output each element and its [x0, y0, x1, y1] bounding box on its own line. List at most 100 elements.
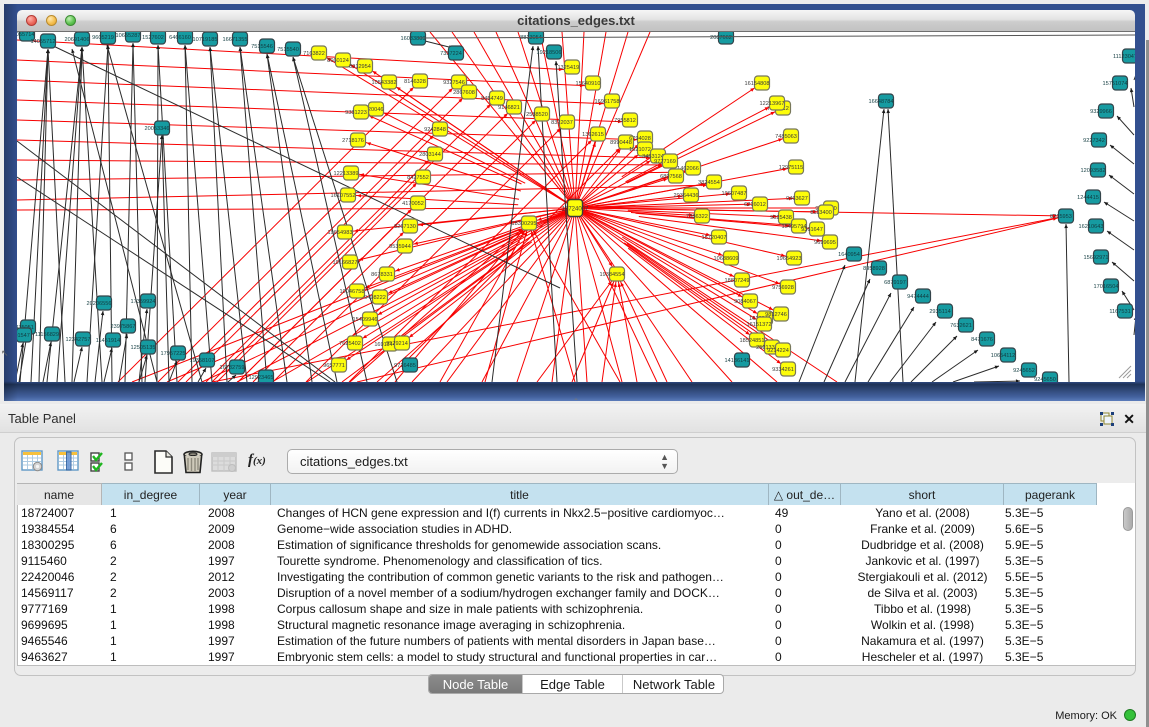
- svg-text:2803144: 2803144: [419, 152, 441, 158]
- svg-text:9579214: 9579214: [386, 341, 408, 347]
- svg-text:3824554: 3824554: [698, 180, 720, 186]
- svg-text:9025438: 9025438: [770, 215, 792, 221]
- svg-text:11451914: 11451914: [96, 338, 120, 344]
- svg-text:12975115: 12975115: [779, 165, 803, 171]
- svg-text:16671355: 16671355: [223, 37, 248, 43]
- svg-text:9327546: 9327546: [443, 80, 465, 86]
- svg-text:9756928: 9756928: [772, 285, 794, 291]
- svg-text:7625402: 7625402: [339, 341, 361, 347]
- svg-text:6216012: 6216012: [744, 202, 766, 208]
- svg-text:10719185: 10719185: [193, 37, 218, 43]
- svg-text:1167531: 1167531: [1109, 309, 1130, 315]
- svg-text:6466160: 6466160: [169, 35, 191, 41]
- svg-text:15692971: 15692971: [1084, 255, 1109, 261]
- svg-text:9699695: 9699695: [814, 240, 836, 246]
- svg-text:9657771: 9657771: [323, 363, 345, 369]
- svg-text:9146821: 9146821: [498, 105, 520, 111]
- svg-text:9381223: 9381223: [345, 110, 367, 116]
- svg-text:7485063: 7485063: [775, 134, 797, 140]
- svg-text:17359924: 17359924: [131, 299, 156, 305]
- svg-text:7163822: 7163822: [303, 51, 325, 57]
- svg-text:4170052: 4170052: [402, 201, 424, 207]
- svg-text:16154808: 16154808: [745, 81, 770, 87]
- svg-text:16033809: 16033809: [401, 36, 426, 42]
- svg-text:19166827: 19166827: [333, 260, 358, 266]
- svg-text:9777169: 9777169: [654, 159, 676, 165]
- svg-text:9812746: 9812746: [765, 312, 787, 318]
- svg-text:2087662: 2087662: [710, 35, 732, 41]
- svg-text:11325419: 11325419: [555, 65, 579, 71]
- svg-text:12093582: 12093582: [1081, 168, 1106, 174]
- svg-text:10543382: 10543382: [372, 80, 397, 86]
- svg-text:20053346: 20053346: [145, 126, 170, 132]
- svg-text:20206556: 20206556: [87, 301, 112, 307]
- svg-text:8427552: 8427552: [407, 175, 429, 181]
- svg-text:8471676: 8471676: [971, 337, 993, 343]
- svg-text:16151372: 16151372: [747, 322, 772, 328]
- svg-text:11123047: 11123047: [1113, 54, 1135, 60]
- svg-text:19384554: 19384554: [600, 272, 625, 278]
- svg-text:12213389: 12213389: [334, 171, 359, 177]
- svg-text:8678331: 8678331: [371, 272, 393, 278]
- svg-text:8146328: 8146328: [404, 79, 426, 85]
- svg-text:19358107: 19358107: [190, 358, 215, 364]
- svg-text:7357224: 7357224: [440, 51, 462, 57]
- svg-text:9361647: 9361647: [801, 227, 823, 233]
- svg-text:2935114: 2935114: [929, 309, 950, 315]
- svg-text:9474444: 9474444: [907, 294, 929, 300]
- svg-text:19654923: 19654923: [777, 256, 802, 262]
- svg-text:9245652: 9245652: [1013, 368, 1035, 374]
- svg-text:2718176: 2718176: [342, 138, 364, 144]
- svg-text:9498222: 9498222: [364, 295, 386, 301]
- svg-text:1244415: 1244415: [1077, 195, 1099, 201]
- svg-text:7386322: 7386322: [686, 214, 708, 220]
- svg-text:8958928: 8958928: [863, 266, 885, 272]
- svg-text:14055714: 14055714: [17, 32, 34, 38]
- svg-text:16648784: 16648784: [869, 99, 894, 105]
- svg-text:8113400: 8113400: [810, 210, 831, 216]
- svg-text:14136141: 14136141: [725, 358, 750, 364]
- svg-text:12213967: 12213967: [760, 101, 785, 107]
- svg-text:7391547: 7391547: [17, 333, 30, 339]
- svg-text:10655287: 10655287: [116, 33, 141, 39]
- svg-text:9605219: 9605219: [92, 35, 114, 41]
- svg-text:9334261: 9334261: [772, 367, 794, 373]
- svg-text:12342757: 12342757: [66, 337, 91, 343]
- svg-text:1640954: 1640954: [838, 252, 860, 258]
- svg-text:15409946: 15409946: [353, 317, 378, 323]
- svg-text:7955812: 7955812: [614, 118, 636, 124]
- svg-text:8215953: 8215953: [1050, 214, 1072, 220]
- svg-text:17957225: 17957225: [161, 351, 186, 357]
- svg-text:7632621: 7632621: [950, 323, 972, 329]
- svg-text:10607487: 10607487: [722, 191, 747, 197]
- svg-text:1621072: 1621072: [629, 147, 651, 153]
- svg-text:16107552: 16107552: [331, 193, 356, 199]
- svg-text:9245650: 9245650: [1034, 377, 1056, 382]
- svg-text:9535944: 9535944: [389, 244, 411, 250]
- svg-text:9227342: 9227342: [1083, 138, 1105, 144]
- svg-text:19654983: 19654983: [328, 230, 353, 236]
- svg-text:1527602: 1527602: [142, 35, 164, 41]
- svg-text:8267130: 8267130: [394, 224, 416, 230]
- svg-text:9242848: 9242848: [424, 127, 446, 133]
- svg-text:8912954: 8912954: [349, 64, 371, 70]
- svg-text:6794028: 6794028: [629, 136, 651, 142]
- svg-text:9329966: 9329966: [1090, 109, 1112, 115]
- svg-text:18524851: 18524851: [740, 338, 765, 344]
- svg-text:16782759: 16782759: [220, 365, 245, 371]
- svg-text:16210643: 16210643: [1079, 224, 1104, 230]
- svg-text:6897568: 6897568: [660, 174, 682, 180]
- svg-text:15640910: 15640910: [576, 81, 601, 87]
- svg-text:19218506: 19218506: [537, 50, 562, 56]
- svg-text:8660124: 8660124: [327, 58, 349, 64]
- svg-text:12923465: 12923465: [249, 375, 274, 381]
- svg-text:18724007: 18724007: [562, 206, 589, 212]
- svg-text:10688609: 10688609: [714, 256, 739, 262]
- svg-text:15751074: 15751074: [1103, 81, 1128, 87]
- svg-text:15720407: 15720407: [702, 235, 727, 241]
- svg-text:9214224: 9214224: [767, 348, 789, 354]
- svg-text:2588520: 2588520: [526, 112, 548, 118]
- svg-text:8813054: 8813054: [520, 35, 542, 41]
- svg-text:18300295: 18300295: [512, 221, 537, 227]
- svg-text:17016504: 17016504: [1094, 284, 1119, 290]
